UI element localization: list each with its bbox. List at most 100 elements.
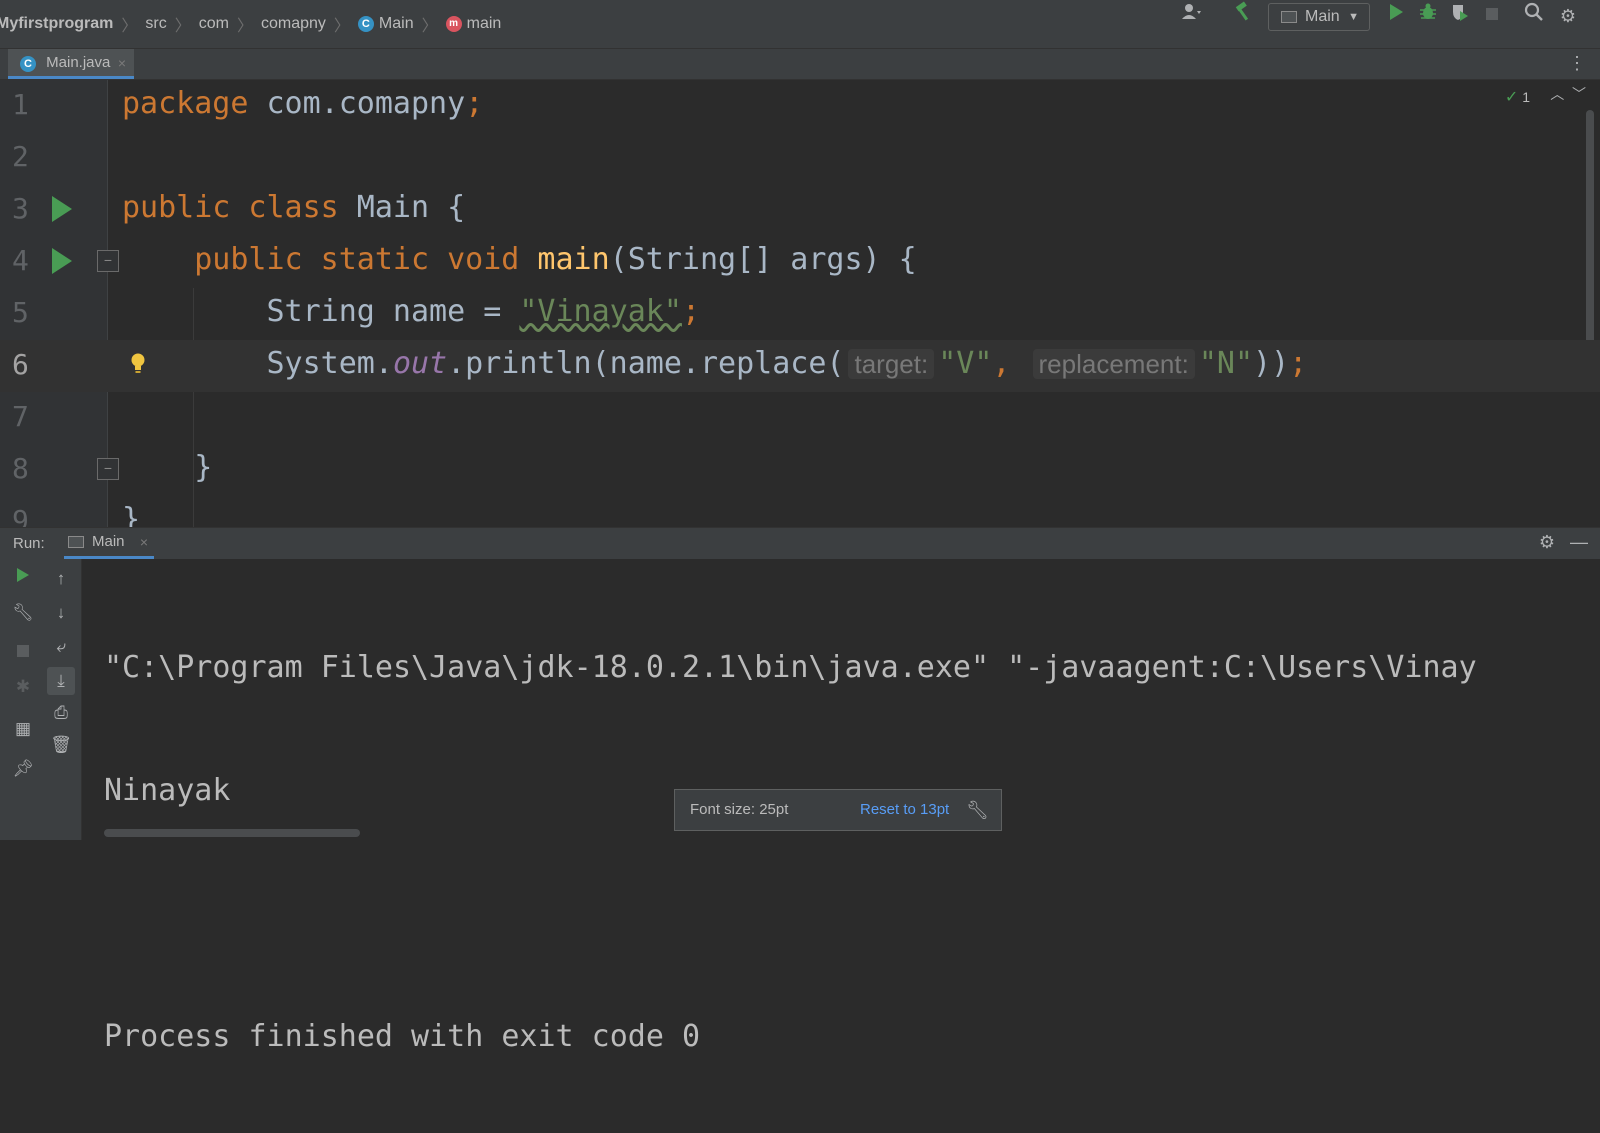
breadcrumb-class[interactable]: Main [379, 15, 414, 33]
line-number: 2 [12, 140, 29, 173]
run-gutter-icon[interactable] [52, 248, 72, 274]
class-icon: C [357, 16, 374, 32]
wrench-icon[interactable]: 🔧︎ [9, 599, 37, 627]
breadcrumb-comapny[interactable]: comapny [261, 15, 326, 33]
chevron-down-icon: ▼ [1348, 11, 1359, 23]
reset-font-link[interactable]: Reset to 13pt [860, 790, 949, 830]
coverage-icon[interactable] [1446, 0, 1474, 32]
debug-icon[interactable] [1414, 0, 1442, 32]
close-icon[interactable]: × [118, 49, 126, 77]
font-size-label: Font size: 25pt [690, 801, 789, 818]
code-line: 2 [0, 132, 1600, 184]
variable-declaration: String name = [266, 294, 520, 329]
run-panel-actions: ⚙ — [1539, 532, 1588, 553]
run-icon[interactable] [1382, 0, 1410, 32]
line-number: 1 [12, 88, 29, 121]
static-field: out [392, 346, 448, 381]
tab-label: Main.java [46, 54, 111, 71]
fold-icon[interactable]: − [97, 250, 119, 272]
fold-icon[interactable]: − [97, 458, 119, 480]
stop-icon[interactable] [9, 639, 37, 667]
tab-main-java[interactable]: C Main.java × [8, 49, 134, 79]
print-icon[interactable]: ⎙ [47, 699, 75, 727]
code-text: System.out.println(name.replace(target: "… [122, 346, 1308, 381]
search-icon[interactable] [1520, 0, 1548, 32]
string-literal: "Vinayak" [519, 294, 682, 329]
code-line: 5 String name = "Vinayak"; [0, 288, 1600, 340]
line-number: 3 [12, 192, 29, 225]
main-toolbar: Myfirstprogram 〉 src 〉 com 〉 comapny 〉 C… [0, 0, 1600, 49]
more-icon[interactable]: ⋮ [1568, 53, 1586, 74]
code-line: 1 package com.comapny; [0, 80, 1600, 132]
method-signature: (String[] args) { [609, 242, 917, 277]
breadcrumb-project[interactable]: Myfirstprogram [0, 15, 113, 33]
font-size-popup: Font size: 25pt Reset to 13pt 🔧︎ [674, 789, 1002, 831]
string-literal: "N" [1198, 346, 1254, 381]
semicolon: ; [1289, 346, 1308, 381]
breadcrumb-separator: 〉 [333, 18, 350, 35]
code-line: 4 − public static void main(String[] arg… [0, 236, 1600, 288]
rerun-icon[interactable] [9, 565, 37, 593]
parameter-hint: replacement: [1032, 349, 1195, 379]
line-number: 7 [12, 400, 29, 433]
string-literal: "V" [938, 346, 993, 381]
gear-icon[interactable]: ⚙ [1554, 0, 1582, 32]
line-number: 5 [12, 296, 29, 329]
wrap-icon[interactable]: ⤶ [47, 633, 75, 661]
system-class: System. [266, 346, 393, 381]
run-toolwindow-header: Run: Main × ⚙ — [0, 527, 1600, 559]
code-editor[interactable]: ✓ 1 ︿ ﹀ 1 package com.comapny; 2 3 publi… [0, 80, 1600, 527]
trash-icon[interactable]: 🗑︎ [47, 731, 75, 759]
layout-icon[interactable]: ▦ [9, 715, 37, 743]
gear-icon[interactable]: ⚙ [1539, 532, 1555, 552]
run-gutter-icon[interactable] [52, 196, 72, 222]
code-text: public class Main { [122, 190, 465, 225]
close-icon[interactable]: × [140, 528, 148, 556]
keyword: public class [122, 190, 339, 225]
run-config-label: Main [1305, 8, 1340, 25]
code-text: } [122, 502, 141, 527]
parameter-hint: target: [848, 349, 935, 379]
method-call: .println(name.replace( [447, 346, 845, 381]
class-declaration: Main { [338, 190, 466, 225]
keyword: public static void [194, 242, 520, 277]
debug-disabled-icon[interactable]: ✱ [9, 673, 37, 701]
arrow-up-icon[interactable]: ↑ [47, 565, 75, 593]
run-tab-main[interactable]: Main × [64, 528, 154, 559]
code-text: public static void main(String[] args) { [122, 242, 917, 277]
line-number: 6 [12, 348, 29, 381]
breadcrumb-method[interactable]: main [467, 15, 502, 33]
code-line: 8 − } [0, 444, 1600, 496]
user-icon[interactable] [1178, 0, 1206, 32]
build-hammer-icon[interactable] [1230, 0, 1258, 32]
run-tab-label: Main [92, 533, 125, 550]
breadcrumb-com[interactable]: com [199, 15, 229, 33]
breadcrumb-src[interactable]: src [145, 15, 166, 33]
wrench-icon[interactable]: 🔧︎ [966, 790, 989, 830]
method-name: main [519, 242, 610, 277]
code-text: String name = "Vinayak"; [122, 294, 701, 329]
minimize-icon[interactable]: — [1570, 532, 1588, 552]
console-scrollbar[interactable] [104, 829, 360, 837]
keyword: package [122, 86, 249, 121]
breadcrumb-separator: 〉 [121, 18, 138, 35]
semicolon: ; [681, 294, 700, 329]
scroll-end-icon[interactable]: ⤓ [47, 667, 75, 695]
line-number: 9 [12, 504, 29, 527]
breadcrumb-separator: 〉 [174, 18, 191, 35]
pin-icon[interactable]: 📌︎ [9, 755, 37, 783]
line-number: 8 [12, 452, 29, 485]
method-icon: m [445, 16, 462, 32]
arrow-down-icon[interactable]: ↓ [47, 599, 75, 627]
run-config-icon [1281, 11, 1297, 23]
console-output[interactable]: "C:\Program Files\Java\jdk-18.0.2.1\bin\… [104, 571, 1477, 1133]
semicolon: ; [465, 86, 484, 121]
stop-icon[interactable] [1478, 0, 1506, 32]
run-configuration-select[interactable]: Main ▼ [1268, 3, 1370, 31]
breadcrumb-separator: 〉 [421, 18, 438, 35]
code-line: 3 public class Main { [0, 184, 1600, 236]
